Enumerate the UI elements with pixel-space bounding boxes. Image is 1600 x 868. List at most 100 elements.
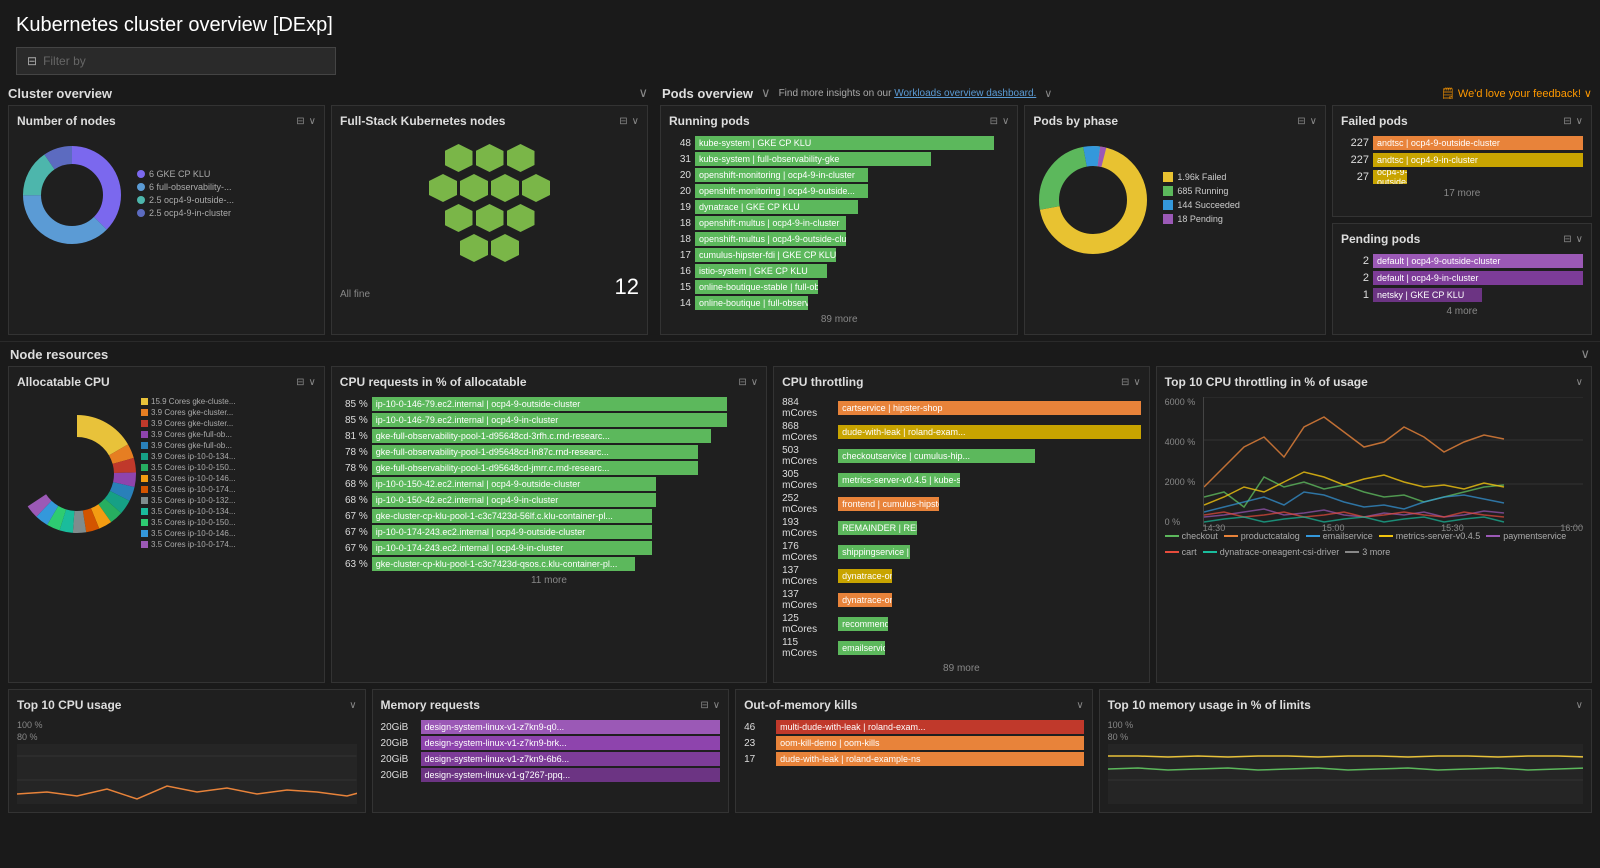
allocatable-cpu-title: Allocatable CPU bbox=[17, 375, 292, 389]
list-item: 20GiBdesign-system-linux-v1-z7kn9-brk... bbox=[381, 736, 721, 750]
cpu-requests-list: 85 %ip-10-0-146-79.ec2.internal | ocp4-9… bbox=[340, 397, 758, 571]
allocatable-cpu-panel: Allocatable CPU ⊟ ∨ 15. bbox=[8, 366, 325, 683]
workloads-link-chevron[interactable]: ∨ bbox=[1044, 87, 1052, 100]
phase-legend: 1.96k Failed 685 Running 144 Succeeded 1… bbox=[1163, 172, 1240, 228]
list-item: 67 %ip-10-0-174-243.ec2.internal | ocp4-… bbox=[340, 525, 758, 539]
hex-node-12 bbox=[491, 234, 519, 262]
feedback-link[interactable]: 🗒 We'd love your feedback! ∨ bbox=[1441, 87, 1592, 100]
list-item: 1netsky | GKE CP KLU bbox=[1341, 288, 1583, 302]
top10-memory-title: Top 10 memory usage in % of limits bbox=[1108, 698, 1572, 712]
top10-cpu-collapse[interactable]: ∨ bbox=[1576, 377, 1583, 388]
top10-mem-svg bbox=[1108, 744, 1583, 804]
running-pods-filter[interactable]: ⊟ bbox=[990, 116, 998, 127]
node-count: 12 bbox=[615, 274, 639, 300]
list-item: 67 %gke-cluster-cp-klu-pool-1-c3c7423d-5… bbox=[340, 509, 758, 523]
top10-cpu-chart bbox=[17, 744, 357, 804]
pods-phase-collapse[interactable]: ∨ bbox=[1310, 116, 1317, 127]
list-item: 20openshift-monitoring | ocp4-9-in-clust… bbox=[669, 168, 1009, 182]
list-item: 252 mCoresfrontend | cumulus-hipster-fdi bbox=[782, 493, 1141, 515]
top10-cpu-usage-panel: Top 10 CPU usage ∨ 100 % 80 % bbox=[8, 689, 366, 813]
top10-memory-chart bbox=[1108, 744, 1583, 804]
list-item: 137 mCoresdynatrace-oneagent-csi-drive..… bbox=[782, 589, 1141, 611]
list-item: 48kube-system | GKE CP KLU bbox=[669, 136, 1009, 150]
cpu-throttle-more[interactable]: 89 more bbox=[782, 663, 1141, 674]
cpu-throttle-collapse[interactable]: ∨ bbox=[1133, 377, 1140, 388]
top10-mem-y80: 80 % bbox=[1108, 732, 1583, 742]
cpu-throttling-panel: CPU throttling ⊟ ∨ 884 mCorescartservice… bbox=[773, 366, 1150, 683]
list-item: 81 %gke-full-observability-pool-1-d95648… bbox=[340, 429, 758, 443]
cpu-req-filter[interactable]: ⊟ bbox=[738, 377, 746, 388]
fullstack-collapse-icon[interactable]: ∨ bbox=[632, 116, 639, 127]
list-item: 15online-boutique-stable | full-observab… bbox=[669, 280, 1009, 294]
cpu-requests-more[interactable]: 11 more bbox=[340, 575, 758, 586]
list-item: 19dynatrace | GKE CP KLU bbox=[669, 200, 1009, 214]
failed-pods-panel: Failed pods ⊟ ∨ 227andtsc | ocp4-9-outsi… bbox=[1332, 105, 1592, 217]
list-item: 85 %ip-10-0-146-79.ec2.internal | ocp4-9… bbox=[340, 413, 758, 427]
fullstack-filter-icon[interactable]: ⊟ bbox=[619, 116, 627, 127]
oom-kills-collapse[interactable]: ∨ bbox=[1076, 700, 1083, 711]
cpu-req-collapse[interactable]: ∨ bbox=[751, 377, 758, 388]
node-resources-title: Node resources bbox=[10, 347, 108, 362]
pods-overview-title: Pods overview bbox=[662, 86, 753, 101]
running-pods-more[interactable]: 89 more bbox=[669, 314, 1009, 325]
throttling-chart-legend: checkout productcatalog emailservice met… bbox=[1165, 531, 1583, 557]
oom-kills-panel: Out-of-memory kills ∨ 46multi-dude-with-… bbox=[735, 689, 1093, 813]
nodes-donut-chart bbox=[17, 140, 127, 250]
top10-cpu-chart-container: 6000 % 4000 % 2000 % 0 % bbox=[1165, 397, 1583, 557]
cpu-throttle-filter[interactable]: ⊟ bbox=[1121, 377, 1129, 388]
hex-node-9 bbox=[476, 204, 504, 232]
top10-cpu-svg bbox=[17, 744, 357, 804]
alloc-cpu-filter[interactable]: ⊟ bbox=[296, 377, 304, 388]
top10-cpu-throttling-panel: Top 10 CPU throttling in % of usage ∨ 60… bbox=[1156, 366, 1592, 683]
hex-node-8 bbox=[445, 204, 473, 232]
list-item: 85 %ip-10-0-146-79.ec2.internal | ocp4-9… bbox=[340, 397, 758, 411]
list-item: 78 %gke-full-observability-pool-1-d95648… bbox=[340, 461, 758, 475]
phase-donut-chart bbox=[1033, 140, 1153, 260]
pending-pods-more[interactable]: 4 more bbox=[1341, 306, 1583, 317]
top10-cpu-usage-collapse[interactable]: ∨ bbox=[349, 700, 356, 711]
list-item: 18openshift-multus | ocp4-9-outside-clu.… bbox=[669, 232, 1009, 246]
hex-node-7 bbox=[522, 174, 550, 202]
pods-overview-collapse[interactable]: ∨ bbox=[761, 85, 771, 101]
failed-pods-list: 227andtsc | ocp4-9-outside-cluster 227an… bbox=[1341, 136, 1583, 184]
pending-pods-filter[interactable]: ⊟ bbox=[1563, 234, 1571, 245]
pending-pods-panel: Pending pods ⊟ ∨ 2default | ocp4-9-outsi… bbox=[1332, 223, 1592, 335]
list-item: 503 mCorescheckoutservice | cumulus-hip.… bbox=[782, 445, 1141, 467]
top10-cpu-y100: 100 % bbox=[17, 720, 357, 730]
top10-mem-collapse[interactable]: ∨ bbox=[1576, 700, 1583, 711]
y-label-4000: 4000 % bbox=[1165, 437, 1201, 447]
list-item: 115 mCoresemailservice | florian-shop bbox=[782, 637, 1141, 659]
list-item: 63 %gke-cluster-cp-klu-pool-1-c3c7423d-q… bbox=[340, 557, 758, 571]
cpu-requests-title: CPU requests in % of allocatable bbox=[340, 375, 735, 389]
list-item: 193 mCoresREMAINDER | REMAINDER bbox=[782, 517, 1141, 539]
page-title: Kubernetes cluster overview [DExp] bbox=[0, 0, 1600, 47]
failed-pods-more[interactable]: 17 more bbox=[1341, 188, 1583, 199]
cpu-requests-panel: CPU requests in % of allocatable ⊟ ∨ 85 … bbox=[331, 366, 767, 683]
hex-node-2 bbox=[476, 144, 504, 172]
list-item: 2default | ocp4-9-outside-cluster bbox=[1341, 254, 1583, 268]
pending-pods-list: 2default | ocp4-9-outside-cluster 2defau… bbox=[1341, 254, 1583, 302]
cluster-overview-collapse[interactable]: ∨ bbox=[638, 85, 648, 101]
failed-pods-filter[interactable]: ⊟ bbox=[1563, 116, 1571, 127]
y-label-2000: 2000 % bbox=[1165, 477, 1201, 487]
fullstack-nodes-panel: Full-Stack Kubernetes nodes ⊟ ∨ bbox=[331, 105, 648, 335]
running-pods-list: 48kube-system | GKE CP KLU 31kube-system… bbox=[669, 136, 1009, 310]
top10-mem-y100: 100 % bbox=[1108, 720, 1583, 730]
hex-node-11 bbox=[460, 234, 488, 262]
top10-cpu-usage-title: Top 10 CPU usage bbox=[17, 698, 345, 712]
failed-pods-collapse[interactable]: ∨ bbox=[1576, 116, 1583, 127]
running-pods-collapse[interactable]: ∨ bbox=[1002, 116, 1009, 127]
pods-phase-filter[interactable]: ⊟ bbox=[1297, 116, 1305, 127]
hex-node-6 bbox=[491, 174, 519, 202]
nodes-collapse-icon[interactable]: ∨ bbox=[309, 116, 316, 127]
filter-input-container[interactable]: ⊟ Filter by bbox=[16, 47, 336, 75]
alloc-cpu-collapse[interactable]: ∨ bbox=[308, 377, 315, 388]
nodes-filter-icon[interactable]: ⊟ bbox=[296, 116, 304, 127]
mem-req-collapse[interactable]: ∨ bbox=[713, 700, 720, 711]
memory-requests-title: Memory requests bbox=[381, 698, 697, 712]
hex-node-3 bbox=[507, 144, 535, 172]
node-resources-collapse[interactable]: ∨ bbox=[1580, 346, 1590, 362]
list-item: 2default | ocp4-9-in-cluster bbox=[1341, 271, 1583, 285]
pending-pods-collapse[interactable]: ∨ bbox=[1576, 234, 1583, 245]
mem-req-filter[interactable]: ⊟ bbox=[700, 700, 708, 711]
